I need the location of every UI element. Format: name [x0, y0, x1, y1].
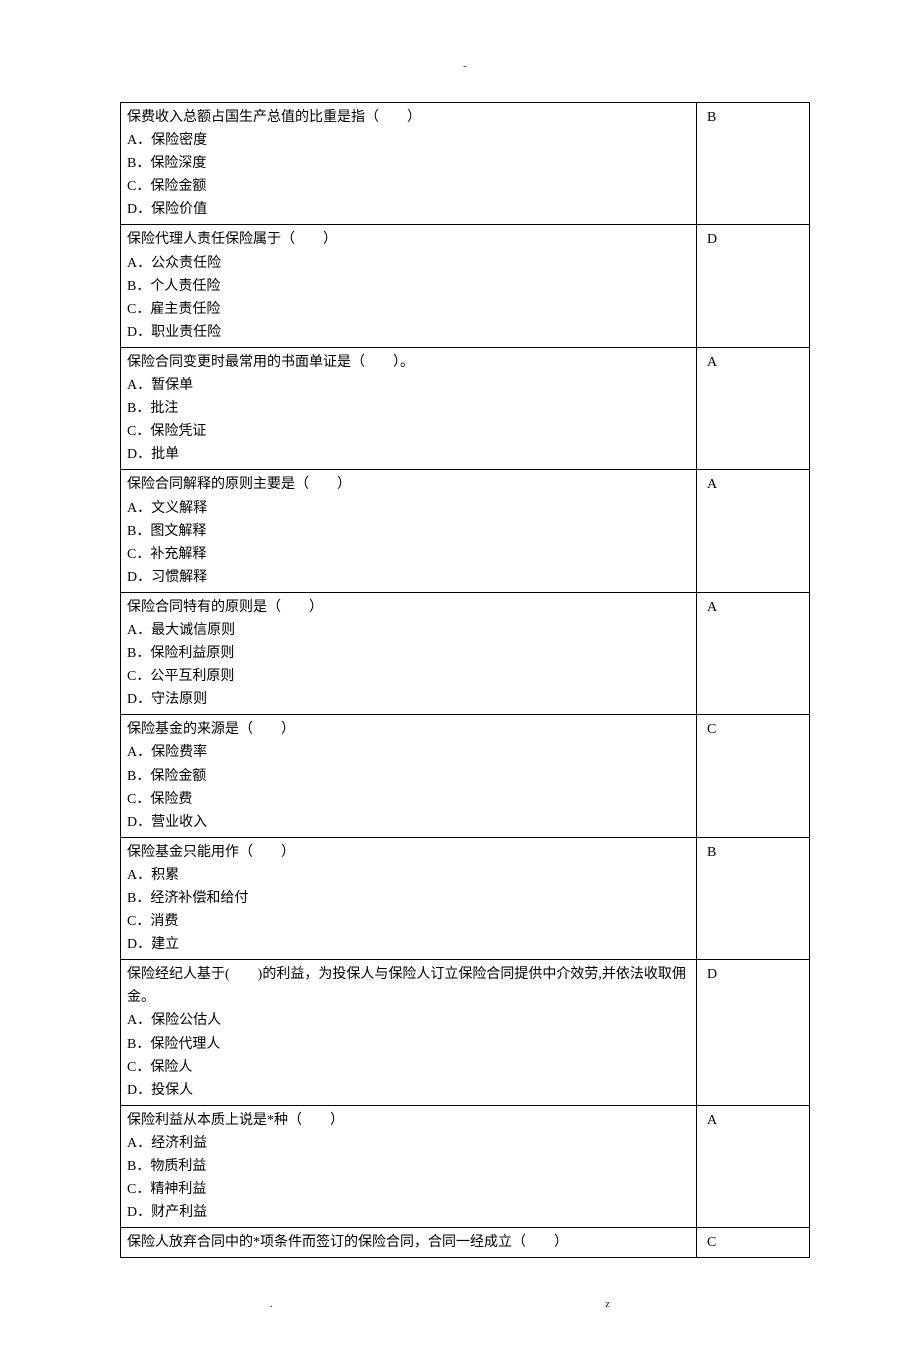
option-text: A．公众责任险	[127, 252, 690, 275]
option-text: B．保险金额	[127, 765, 690, 788]
option-text: A．保险密度	[127, 129, 690, 152]
answer-cell: D	[697, 225, 810, 347]
question-text: 保险合同变更时最常用的书面单证是（ ）。	[127, 351, 690, 374]
option-text: D．批单	[127, 443, 690, 466]
option-text: B．经济补偿和给付	[127, 887, 690, 910]
option-text: C．消费	[127, 910, 690, 933]
option-text: B．保险深度	[127, 152, 690, 175]
answer-cell: A	[697, 347, 810, 469]
option-text: B．物质利益	[127, 1155, 690, 1178]
table-row: 保险合同变更时最常用的书面单证是（ ）。A．暂保单B．批注C．保险凭证D．批单A	[121, 347, 810, 469]
option-text: C．公平互利原则	[127, 665, 690, 688]
option-text: D．习惯解释	[127, 566, 690, 589]
option-text: D．财产利益	[127, 1201, 690, 1224]
option-text: C．补充解释	[127, 543, 690, 566]
option-text: C．保险金额	[127, 175, 690, 198]
questions-table: 保费收入总额占国生产总值的比重是指（ ）A．保险密度B．保险深度C．保险金额D．…	[120, 102, 810, 1258]
question-text: 保险利益从本质上说是*种（ ）	[127, 1109, 690, 1132]
option-text: C．精神利益	[127, 1178, 690, 1201]
answer-cell: A	[697, 1105, 810, 1227]
answer-cell: C	[697, 715, 810, 837]
answer-cell: B	[697, 837, 810, 959]
answer-cell: A	[697, 470, 810, 592]
option-text: B．批注	[127, 397, 690, 420]
question-cell: 保险利益从本质上说是*种（ ）A．经济利益B．物质利益C．精神利益D．财产利益	[121, 1105, 697, 1227]
table-row: 保险人放弃合同中的*项条件而签订的保险合同，合同一经成立（ ） C	[121, 1228, 810, 1258]
footer-left: .	[270, 1298, 273, 1310]
option-text: B．保险代理人	[127, 1033, 690, 1056]
option-text: D．建立	[127, 933, 690, 956]
question-cell: 保险代理人责任保险属于（ ）A．公众责任险B．个人责任险C．雇主责任险D．职业责…	[121, 225, 697, 347]
question-text: 保费收入总额占国生产总值的比重是指（ ）	[127, 106, 690, 129]
table-row: 保险经纪人基于( )的利益，为投保人与保险人订立保险合同提供中介效劳,并依法收取…	[121, 960, 810, 1106]
option-text: A．经济利益	[127, 1132, 690, 1155]
option-text: D．守法原则	[127, 688, 690, 711]
question-cell: 保费收入总额占国生产总值的比重是指（ ）A．保险密度B．保险深度C．保险金额D．…	[121, 103, 697, 225]
answer-cell: A	[697, 592, 810, 714]
table-row: 保险代理人责任保险属于（ ）A．公众责任险B．个人责任险C．雇主责任险D．职业责…	[121, 225, 810, 347]
option-text: C．保险人	[127, 1056, 690, 1079]
option-text: D．保险价值	[127, 198, 690, 221]
question-text: 保险基金只能用作（ ）	[127, 841, 690, 864]
option-text: B．保险利益原则	[127, 642, 690, 665]
question-text: 保险合同特有的原则是（ ）	[127, 596, 690, 619]
question-text: 保险基金的来源是（ ）	[127, 718, 690, 741]
question-cell: 保险合同解释的原则主要是（ ）A．文义解释B．图文解释C．补充解释D．习惯解释	[121, 470, 697, 592]
table-row: 保险合同特有的原则是（ ）A．最大诚信原则B．保险利益原则C．公平互利原则D．守…	[121, 592, 810, 714]
question-text: 保险合同解释的原则主要是（ ）	[127, 473, 690, 496]
table-row: 保险基金的来源是（ ）A．保险费率B．保险金额C．保险费D．营业收入C	[121, 715, 810, 837]
question-cell: 保险基金只能用作（ ）A．积累B．经济补偿和给付C．消费D．建立	[121, 837, 697, 959]
table-row: 保险利益从本质上说是*种（ ）A．经济利益B．物质利益C．精神利益D．财产利益A	[121, 1105, 810, 1227]
option-text: A．积累	[127, 864, 690, 887]
answer-cell: C	[697, 1228, 810, 1258]
question-text: 保险经纪人基于( )的利益，为投保人与保险人订立保险合同提供中介效劳,并依法收取…	[127, 963, 690, 1009]
question-cell: 保险基金的来源是（ ）A．保险费率B．保险金额C．保险费D．营业收入	[121, 715, 697, 837]
option-text: C．保险凭证	[127, 420, 690, 443]
option-text: A．文义解释	[127, 497, 690, 520]
answer-cell: B	[697, 103, 810, 225]
option-text: D．投保人	[127, 1079, 690, 1102]
option-text: A．保险公估人	[127, 1009, 690, 1032]
question-text: 保险人放弃合同中的*项条件而签订的保险合同，合同一经成立（ ）	[127, 1231, 690, 1254]
option-text: A．最大诚信原则	[127, 619, 690, 642]
top-marker: -	[120, 60, 810, 72]
option-text: A．保险费率	[127, 741, 690, 764]
option-text: C．保险费	[127, 788, 690, 811]
question-cell: 保险经纪人基于( )的利益，为投保人与保险人订立保险合同提供中介效劳,并依法收取…	[121, 960, 697, 1106]
option-text: C．雇主责任险	[127, 298, 690, 321]
question-cell: 保险人放弃合同中的*项条件而签订的保险合同，合同一经成立（ ）	[121, 1228, 697, 1258]
page-container: - 保费收入总额占国生产总值的比重是指（ ）A．保险密度B．保险深度C．保险金额…	[0, 0, 920, 1350]
question-cell: 保险合同特有的原则是（ ）A．最大诚信原则B．保险利益原则C．公平互利原则D．守…	[121, 592, 697, 714]
option-text: A．暂保单	[127, 374, 690, 397]
table-row: 保险基金只能用作（ ）A．积累B．经济补偿和给付C．消费D．建立B	[121, 837, 810, 959]
option-text: B．图文解释	[127, 520, 690, 543]
question-text: 保险代理人责任保险属于（ ）	[127, 228, 690, 251]
option-text: D．营业收入	[127, 811, 690, 834]
table-row: 保险合同解释的原则主要是（ ）A．文义解释B．图文解释C．补充解释D．习惯解释A	[121, 470, 810, 592]
table-row: 保费收入总额占国生产总值的比重是指（ ）A．保险密度B．保险深度C．保险金额D．…	[121, 103, 810, 225]
page-footer: . z	[120, 1298, 810, 1310]
option-text: B．个人责任险	[127, 275, 690, 298]
question-cell: 保险合同变更时最常用的书面单证是（ ）。A．暂保单B．批注C．保险凭证D．批单	[121, 347, 697, 469]
option-text: D．职业责任险	[127, 321, 690, 344]
footer-right: z	[605, 1298, 610, 1310]
answer-cell: D	[697, 960, 810, 1106]
